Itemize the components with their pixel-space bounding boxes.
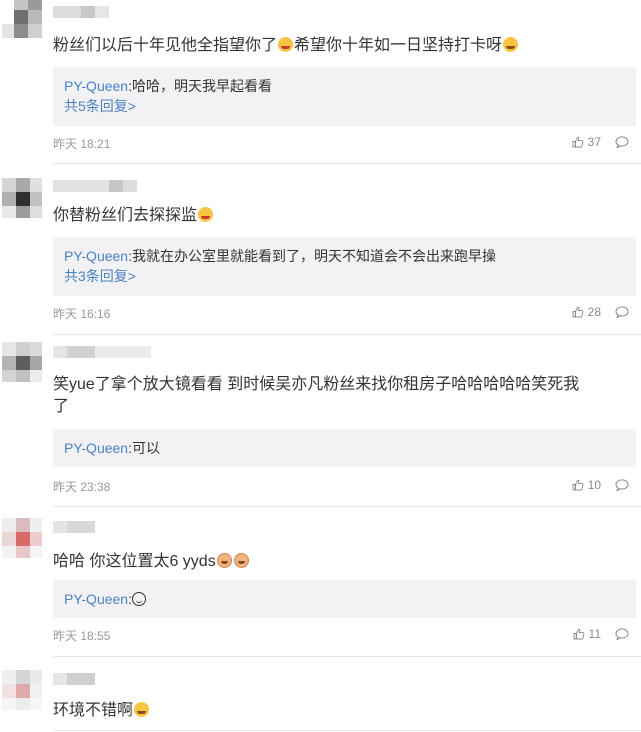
reply-text: 哈哈，明天我早起看看 xyxy=(131,78,272,94)
avatar[interactable] xyxy=(2,342,42,382)
comment-text: 笑yue了拿个放大镜看看 到时候吴亦凡粉丝来找你租房子哈哈哈哈哈笑死我了 xyxy=(53,376,580,415)
like-count: 37 xyxy=(587,135,601,149)
grin-emoji xyxy=(503,37,519,52)
like-button[interactable]: 11 xyxy=(573,627,601,641)
divider xyxy=(53,334,641,335)
reply-box[interactable]: PY-Queen:哈哈，明天我早起看看 共5条回复> xyxy=(53,67,636,126)
thumbs-up-icon xyxy=(572,479,584,491)
reply-text: 可以 xyxy=(131,440,160,456)
like-button[interactable]: 28 xyxy=(572,305,601,319)
like-count: 10 xyxy=(587,478,601,492)
view-replies-link[interactable]: 共5条回复> xyxy=(64,96,625,116)
like-button[interactable]: 37 xyxy=(572,135,601,149)
comment-date: 昨天 16:16 xyxy=(53,307,111,321)
comment-bubble-icon[interactable] xyxy=(615,479,629,491)
reply-box[interactable]: PY-Queen:可以 xyxy=(53,429,636,467)
comment-bubble-icon[interactable] xyxy=(615,628,629,640)
comment-text: 你替粉丝们去探探监 xyxy=(53,205,633,227)
divider xyxy=(53,506,641,507)
divider xyxy=(53,656,641,657)
thumbs-up-icon xyxy=(572,306,584,318)
reply-author[interactable]: PY-Queen xyxy=(64,440,128,456)
thumbs-up-icon xyxy=(572,136,584,148)
comment-date: 昨天 18:55 xyxy=(53,629,111,643)
grin-emoji xyxy=(134,702,150,717)
comment-text: 哈哈 你这位置太6 yyds xyxy=(53,551,633,573)
like-count: 28 xyxy=(587,305,601,319)
cat-emoji xyxy=(233,553,249,568)
comment-bubble-icon[interactable] xyxy=(615,306,629,318)
smile-emoji xyxy=(131,592,146,606)
laugh-tears-emoji xyxy=(278,37,294,52)
reply-box[interactable]: PY-Queen:我就在办公室里就能看到了，明天不知道会不会出来跑早操 共3条回… xyxy=(53,237,636,296)
comment-text: 粉丝们以后十年见他全指望你了 希望你十年如一日坚持打卡呀 xyxy=(53,35,633,57)
like-button[interactable]: 10 xyxy=(572,478,601,492)
avatar[interactable] xyxy=(2,0,42,38)
reply-author[interactable]: PY-Queen xyxy=(64,248,128,264)
divider xyxy=(53,163,641,164)
avatar[interactable] xyxy=(2,178,42,218)
cat-emoji xyxy=(216,553,232,568)
reply-text: 我就在办公室里就能看到了，明天不知道会不会出来跑早操 xyxy=(131,248,496,264)
reply-box[interactable]: PY-Queen: xyxy=(53,580,636,618)
comment-text: 环境不错啊 xyxy=(53,700,633,722)
divider xyxy=(53,730,641,731)
reply-author[interactable]: PY-Queen xyxy=(64,78,128,94)
comment-bubble-icon[interactable] xyxy=(615,136,629,148)
laugh-emoji xyxy=(198,207,214,222)
comment-date: 昨天 23:38 xyxy=(53,480,111,494)
comment-date: 昨天 18:21 xyxy=(53,137,111,151)
like-count: 11 xyxy=(588,627,601,641)
reply-author[interactable]: PY-Queen xyxy=(64,591,128,607)
avatar[interactable] xyxy=(2,518,42,558)
avatar[interactable] xyxy=(2,670,42,710)
view-replies-link[interactable]: 共3条回复> xyxy=(64,266,625,286)
thumbs-up-icon xyxy=(573,628,585,640)
